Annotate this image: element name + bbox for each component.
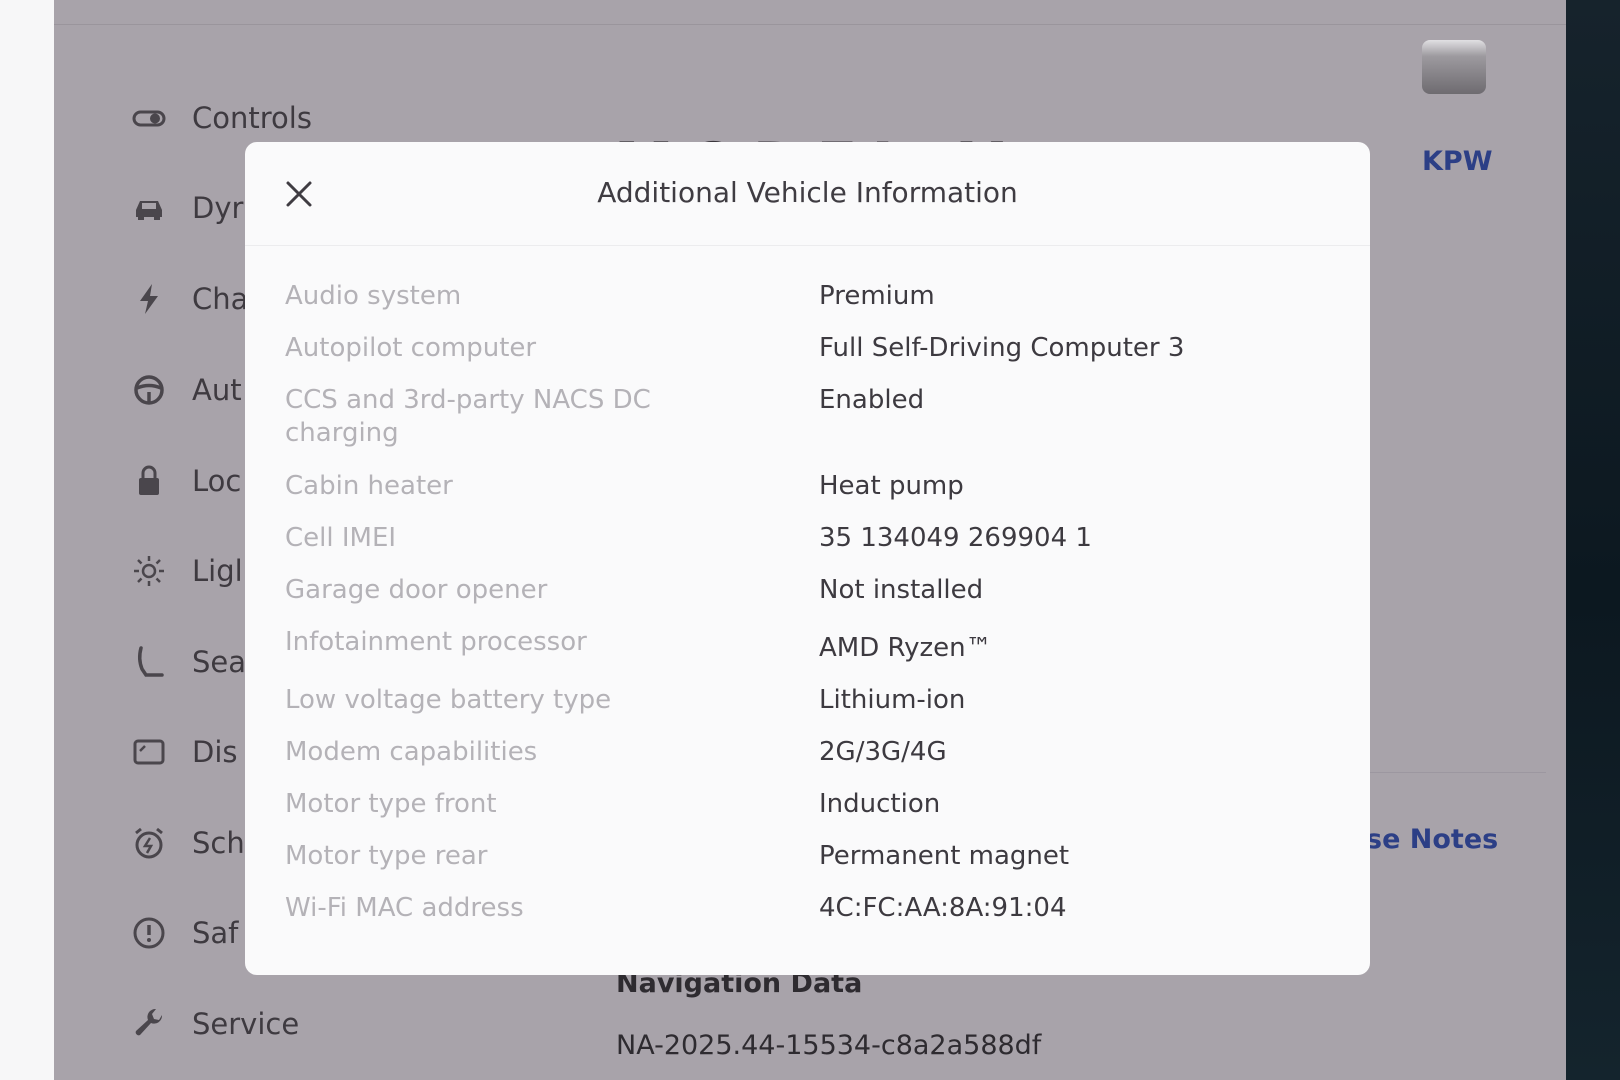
sidebar-item-label: Sch bbox=[192, 826, 245, 860]
sidebar-item-label: Service bbox=[192, 1007, 300, 1041]
toggle-icon bbox=[132, 101, 166, 135]
close-icon bbox=[286, 181, 312, 207]
wrench-icon bbox=[132, 1007, 166, 1041]
sidebar-item-label: Dyr bbox=[192, 191, 244, 225]
info-label-cell-imei: Cell IMEI bbox=[285, 523, 397, 553]
sidebar-item-label: Loc bbox=[192, 464, 242, 498]
info-value-garage-door-opener: Not installed bbox=[819, 575, 984, 605]
sidebar-item-label: Sea bbox=[192, 645, 247, 679]
info-value-infotainment-processor: AMD Ryzen™ bbox=[819, 633, 992, 663]
info-label-motor-type-rear: Motor type rear bbox=[285, 841, 488, 871]
info-value-low-voltage-battery: Lithium-ion bbox=[819, 685, 966, 715]
lock-icon bbox=[132, 464, 166, 498]
seat-icon bbox=[132, 645, 166, 679]
vehicle-thumbnail bbox=[1422, 40, 1486, 94]
info-value-wifi-mac-address: 4C:FC:AA:8A:91:04 bbox=[819, 893, 1067, 923]
vehicle-nickname-link[interactable]: KPW bbox=[1422, 146, 1493, 177]
info-value-audio-system: Premium bbox=[819, 281, 935, 311]
info-value-nacs-dc-charging: Enabled bbox=[819, 385, 925, 415]
sidebar-item-dynamics[interactable]: Dyr bbox=[132, 184, 243, 232]
info-label-nacs-dc-charging: CCS and 3rd-party NACS DC charging bbox=[285, 385, 651, 448]
info-label-garage-door-opener: Garage door opener bbox=[285, 575, 548, 605]
info-value-cell-imei: 35 134049 269904 1 bbox=[819, 523, 1092, 553]
section-divider bbox=[1366, 772, 1546, 773]
navigation-data-value: NA-2025.44-15534-c8a2a588df bbox=[616, 1030, 1042, 1061]
sidebar-item-label: Saf bbox=[192, 916, 239, 950]
dialog-header: Additional Vehicle Information bbox=[245, 142, 1370, 246]
sidebar-item-schedule[interactable]: Sch bbox=[132, 819, 245, 867]
alarm-clock-icon bbox=[132, 826, 166, 860]
info-label-autopilot-computer: Autopilot computer bbox=[285, 333, 537, 363]
device-bezel-right bbox=[1566, 0, 1620, 1080]
info-label-modem-capabilities: Modem capabilities bbox=[285, 737, 538, 767]
sidebar-item-label: Dis bbox=[192, 735, 238, 769]
sidebar-item-service[interactable]: Service bbox=[132, 1000, 299, 1048]
info-label-audio-system: Audio system bbox=[285, 281, 462, 311]
lightning-icon bbox=[132, 282, 166, 316]
sidebar-item-label: Aut bbox=[192, 373, 242, 407]
car-icon bbox=[132, 191, 166, 225]
info-value-motor-type-front: Induction bbox=[819, 789, 941, 819]
info-label-motor-type-front: Motor type front bbox=[285, 789, 497, 819]
info-label-low-voltage-battery: Low voltage battery type bbox=[285, 685, 612, 715]
info-value-autopilot-computer: Full Self-Driving Computer 3 bbox=[819, 333, 1185, 363]
info-label-cabin-heater: Cabin heater bbox=[285, 471, 453, 501]
steering-wheel-icon bbox=[132, 373, 166, 407]
sidebar-item-label: Controls bbox=[192, 101, 312, 135]
additional-vehicle-info-dialog: Additional Vehicle Information Audio sys… bbox=[245, 142, 1370, 975]
display-icon bbox=[132, 735, 166, 769]
info-value-motor-type-rear: Permanent magnet bbox=[819, 841, 1070, 871]
sidebar-item-safety[interactable]: Saf bbox=[132, 909, 238, 957]
sidebar-item-locks[interactable]: Loc bbox=[132, 457, 241, 505]
info-label-infotainment-processor: Infotainment processor bbox=[285, 627, 587, 657]
sidebar-item-seats[interactable]: Sea bbox=[132, 638, 246, 686]
release-notes-link[interactable]: se Notes bbox=[1366, 824, 1498, 855]
sidebar-item-charging[interactable]: Cha bbox=[132, 275, 248, 323]
info-value-cabin-heater: Heat pump bbox=[819, 471, 964, 501]
sun-icon bbox=[132, 554, 166, 588]
dialog-title: Additional Vehicle Information bbox=[597, 176, 1018, 209]
sidebar-item-display[interactable]: Dis bbox=[132, 728, 238, 776]
alert-circle-icon bbox=[132, 916, 166, 950]
sidebar-item-label: Cha bbox=[192, 282, 249, 316]
device-bezel-left bbox=[0, 0, 54, 1080]
sidebar-item-label: Ligl bbox=[192, 554, 243, 588]
sidebar-item-autopilot[interactable]: Aut bbox=[132, 366, 242, 414]
info-value-modem-capabilities: 2G/3G/4G bbox=[819, 737, 947, 767]
close-button[interactable] bbox=[273, 168, 325, 220]
info-label-wifi-mac-address: Wi-Fi MAC address bbox=[285, 893, 524, 923]
sidebar-item-lights[interactable]: Ligl bbox=[132, 547, 243, 595]
sidebar-item-controls[interactable]: Controls bbox=[132, 94, 312, 142]
